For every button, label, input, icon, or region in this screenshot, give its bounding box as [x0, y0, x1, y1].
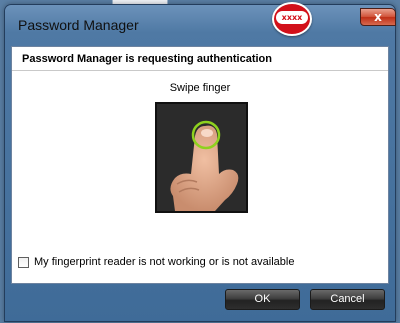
finger-swipe-icon — [157, 104, 246, 211]
divider — [12, 70, 388, 71]
speech-bubble-icon: xxxx — [272, 2, 312, 38]
fingerprint-scan-image — [155, 102, 248, 213]
fallback-checkbox[interactable] — [18, 257, 29, 268]
close-button[interactable]: x — [360, 8, 396, 26]
window-title: Password Manager — [18, 17, 139, 33]
swipe-prompt: Swipe finger — [169, 82, 231, 94]
auth-heading: Password Manager is requesting authentic… — [22, 53, 272, 65]
fallback-checkbox-label[interactable]: My fingerprint reader is not working or … — [34, 256, 294, 268]
dialog-content: Password Manager is requesting authentic… — [11, 46, 389, 284]
cancel-button[interactable]: Cancel — [310, 289, 385, 310]
badge-label: xxxx — [276, 11, 308, 24]
ok-button[interactable]: OK — [225, 289, 300, 310]
